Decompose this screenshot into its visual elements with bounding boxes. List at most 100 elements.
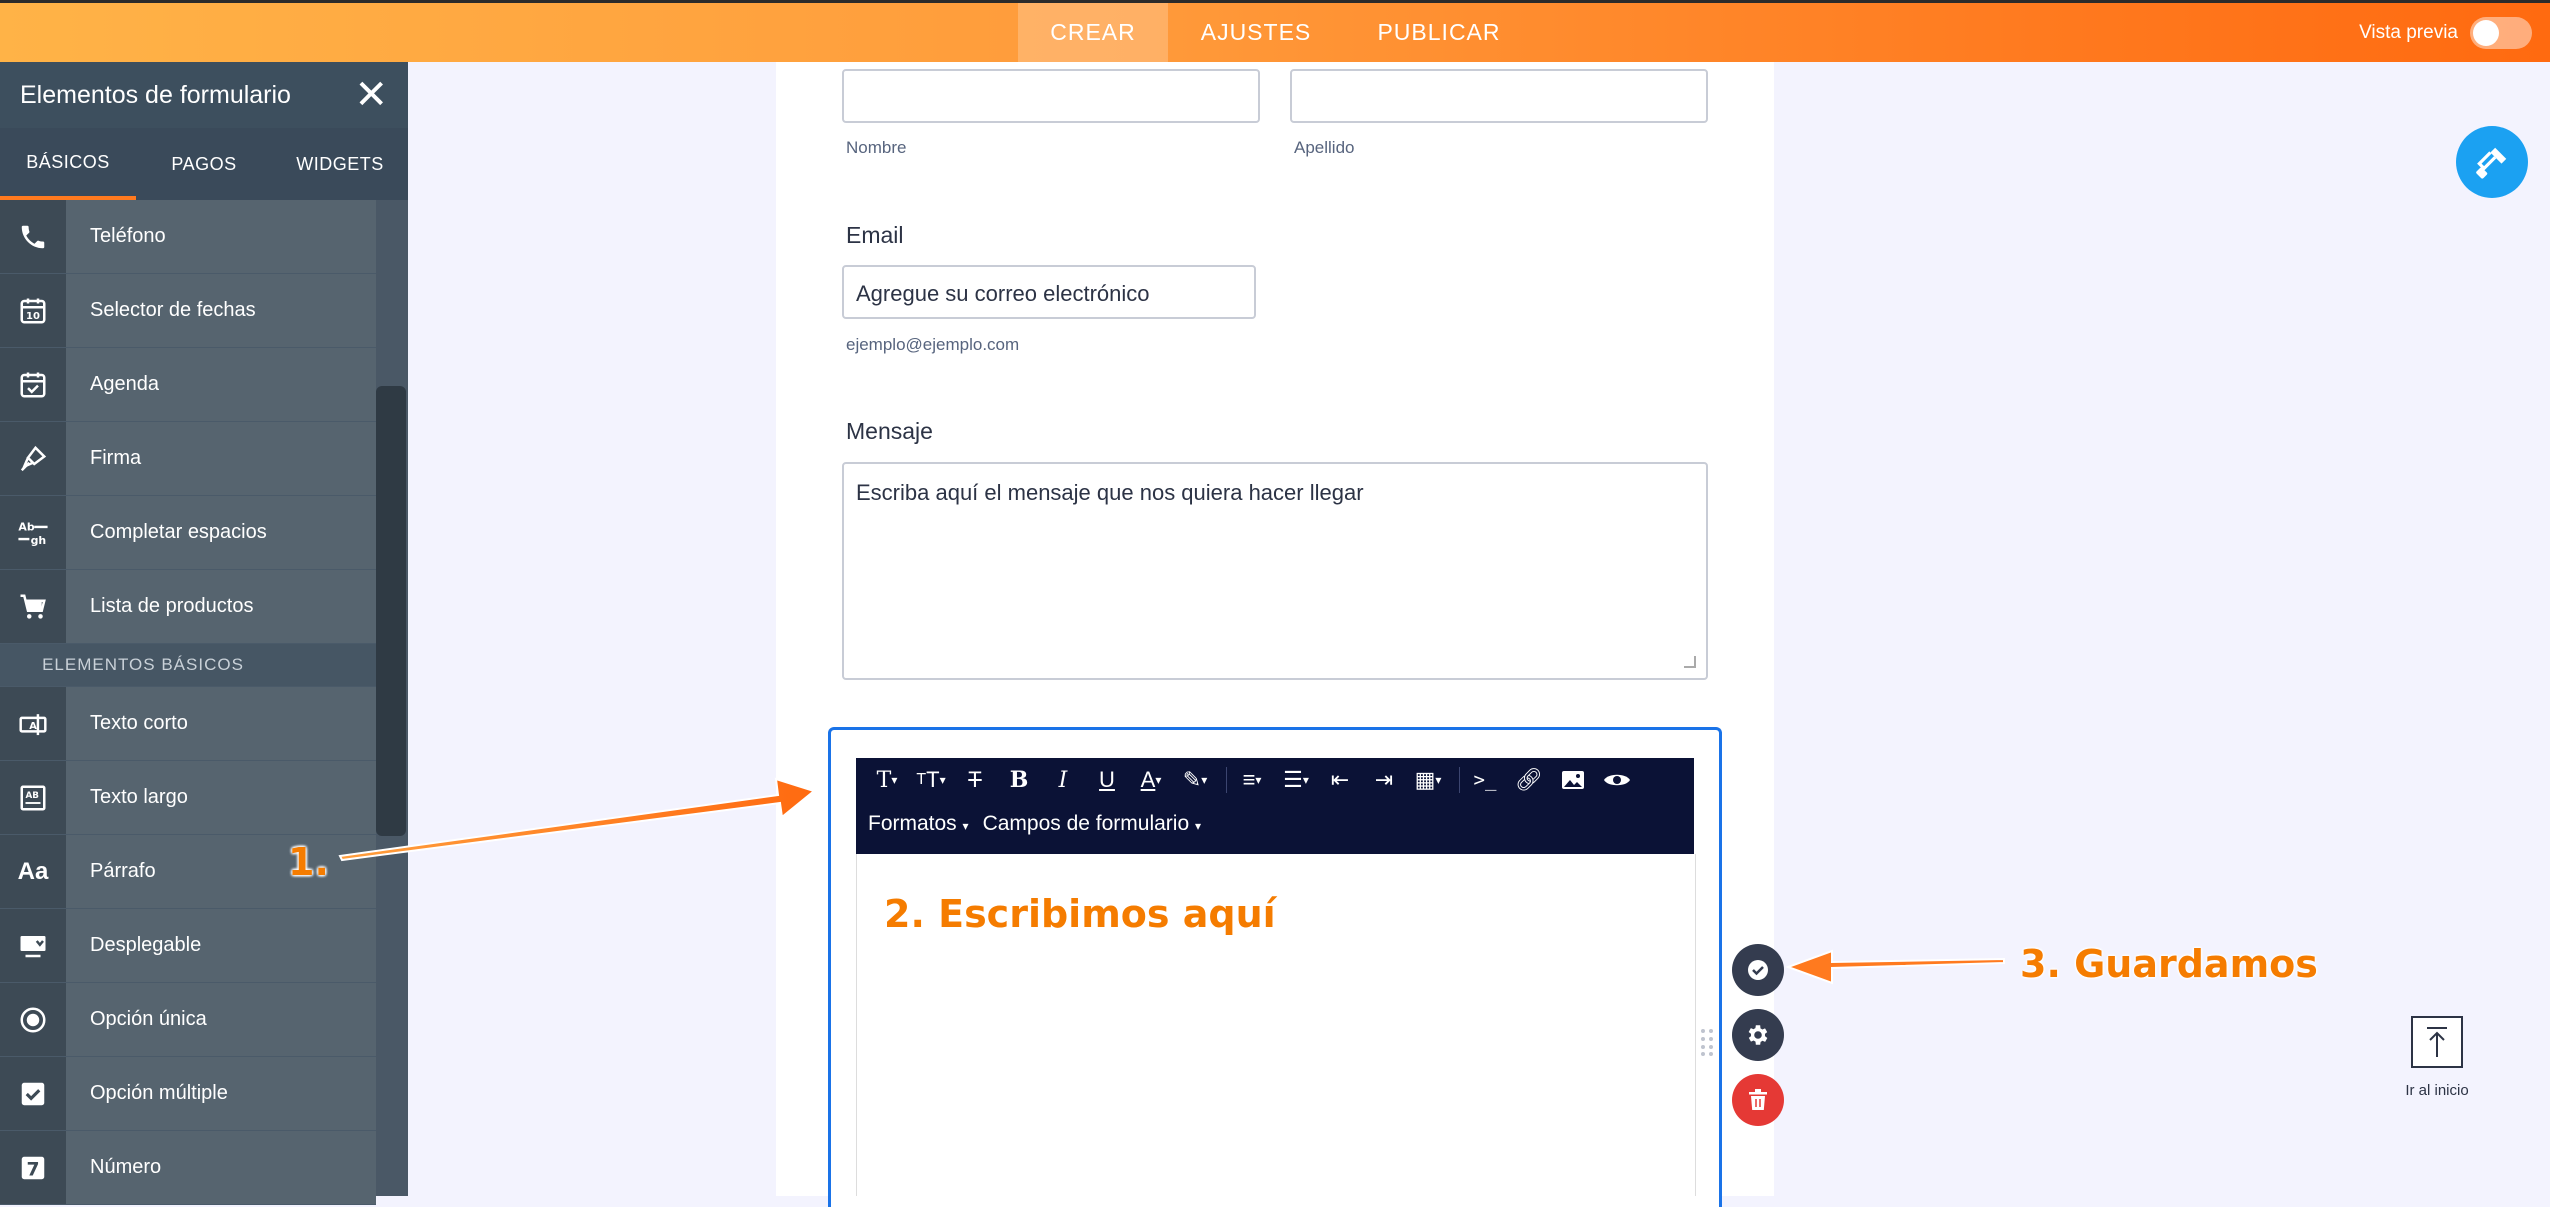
- element-label: Opción múltiple: [90, 1082, 228, 1104]
- element-lista-productos[interactable]: Lista de productos: [0, 570, 376, 644]
- pen-nib-icon: [0, 422, 66, 495]
- bold-icon[interactable]: B: [1000, 762, 1038, 798]
- image-icon[interactable]: [1554, 762, 1592, 798]
- number-icon: 7: [0, 1131, 66, 1204]
- arrow-step-1: [338, 777, 817, 862]
- preview-toggle[interactable]: [2470, 17, 2532, 49]
- link-icon[interactable]: 🔗︎: [1510, 762, 1548, 798]
- aa-glyph: Aa: [17, 857, 49, 885]
- go-to-top-button[interactable]: Ir al inicio: [2396, 1016, 2478, 1099]
- form-elements-panel: Elementos de formulario ✕ BÁSICOS PAGOS …: [0, 62, 408, 1205]
- form-fields-dropdown[interactable]: Campos de formulario ▾: [983, 812, 1215, 836]
- element-label: Opción única: [90, 1008, 207, 1030]
- code-icon[interactable]: >_: [1466, 762, 1504, 798]
- form-fields-label: Campos de formulario: [982, 812, 1190, 835]
- go-to-top-label: Ir al inicio: [2405, 1082, 2469, 1099]
- element-label: Completar espacios: [90, 521, 267, 543]
- toolbar-divider: [1226, 767, 1227, 793]
- element-opcion-multiple[interactable]: Opción múltiple: [0, 1057, 376, 1131]
- table-icon[interactable]: ▦ ▾: [1409, 762, 1447, 798]
- save-button[interactable]: [1732, 944, 1784, 996]
- tab-pagos[interactable]: PAGOS: [136, 128, 272, 200]
- message-textarea[interactable]: Escriba aquí el mensaje que nos quiera h…: [842, 462, 1708, 680]
- svg-text:AB: AB: [26, 791, 40, 801]
- align-icon[interactable]: ≡ ▾: [1233, 762, 1271, 798]
- fill-blank-icon: Ab gh: [0, 496, 66, 569]
- element-label: Teléfono: [90, 225, 166, 247]
- first-name-input[interactable]: [842, 69, 1260, 123]
- form-designer-button[interactable]: [2456, 126, 2528, 198]
- resize-handle[interactable]: [1684, 656, 1696, 668]
- toolbar-divider: [1459, 767, 1460, 793]
- cart-icon: [0, 570, 66, 643]
- delete-field-button[interactable]: [1732, 1074, 1784, 1126]
- last-name-input[interactable]: [1290, 69, 1708, 123]
- element-texto-corto[interactable]: A Texto corto: [0, 687, 376, 761]
- rich-text-toolbar: T ▾ T T ▾ T B I U A ▾ ✎ ▾ ≡ ▾ ☰ ▾ ⇤ ⇥ ▦ ▾ >_ 🔗︎ …: [856, 758, 1694, 854]
- annotation-step-3: 3. Guardamos: [2020, 942, 2318, 986]
- toolbar-row-2: Formatos ▾ Campos de formulario ▾: [856, 802, 1694, 846]
- first-name-sublabel: Nombre: [846, 138, 907, 157]
- element-telefono[interactable]: Teléfono: [0, 200, 376, 274]
- svg-text:A: A: [29, 720, 37, 731]
- phone-icon: [0, 200, 66, 273]
- font-family-icon[interactable]: T ▾: [868, 762, 906, 798]
- builder-tabs: CREAR AJUSTES PUBLICAR: [1018, 3, 1534, 62]
- element-opcion-unica[interactable]: Opción única: [0, 983, 376, 1057]
- element-label: Texto corto: [90, 712, 188, 734]
- element-texto-largo[interactable]: AB Texto largo: [0, 761, 376, 835]
- svg-text:10: 10: [26, 311, 40, 322]
- highlight-icon[interactable]: ✎ ▾: [1176, 762, 1214, 798]
- email-label: Email: [846, 222, 904, 248]
- formats-label: Formatos: [868, 812, 957, 835]
- arrow-up-icon: [2411, 1016, 2463, 1068]
- tab-publicar[interactable]: PUBLICAR: [1344, 3, 1534, 62]
- italic-icon[interactable]: I: [1044, 762, 1082, 798]
- tab-ajustes[interactable]: AJUSTES: [1168, 3, 1344, 62]
- element-firma[interactable]: Firma: [0, 422, 376, 496]
- preview-eye-icon[interactable]: [1598, 762, 1636, 798]
- element-label: Agenda: [90, 373, 159, 395]
- element-desplegable[interactable]: Desplegable: [0, 909, 376, 983]
- field-settings-button[interactable]: [1732, 1009, 1784, 1061]
- drag-handle-icon[interactable]: [1700, 1028, 1714, 1056]
- element-numero[interactable]: 7 Número: [0, 1131, 376, 1205]
- outdent-icon[interactable]: ⇤: [1321, 762, 1359, 798]
- element-label: Número: [90, 1156, 162, 1178]
- indent-icon[interactable]: ⇥: [1365, 762, 1403, 798]
- top-navigation-bar: CREAR AJUSTES PUBLICAR Vista previa: [0, 0, 2550, 62]
- element-selector-fechas[interactable]: 10 Selector de fechas: [0, 274, 376, 348]
- font-size-icon[interactable]: T T ▾: [912, 762, 950, 798]
- tab-basicos[interactable]: BÁSICOS: [0, 128, 136, 200]
- dropdown-icon: [0, 909, 66, 982]
- message-placeholder: Escriba aquí el mensaje que nos quiera h…: [856, 480, 1364, 505]
- calendar-check-icon: [0, 348, 66, 421]
- element-label: Firma: [90, 447, 142, 469]
- element-completar-espacios[interactable]: Ab gh Completar espacios: [0, 496, 376, 570]
- tab-widgets[interactable]: WIDGETS: [272, 128, 408, 200]
- underline-icon[interactable]: U: [1088, 762, 1126, 798]
- svg-text:7: 7: [26, 1159, 39, 1180]
- arrow-step-3: [1785, 949, 2005, 985]
- panel-header: Elementos de formulario ✕: [0, 62, 408, 128]
- email-sublabel: ejemplo@ejemplo.com: [846, 335, 1020, 354]
- trash-icon: [1749, 1089, 1767, 1110]
- tab-crear[interactable]: CREAR: [1018, 3, 1168, 62]
- panel-tabs: BÁSICOS PAGOS WIDGETS: [0, 128, 408, 201]
- element-label: Párrafo: [90, 860, 156, 882]
- short-text-icon: A: [0, 687, 66, 760]
- element-agenda[interactable]: Agenda: [0, 348, 376, 422]
- element-label: Desplegable: [90, 934, 202, 956]
- element-label: Lista de productos: [90, 595, 254, 617]
- panel-scrollbar-thumb[interactable]: [376, 386, 406, 836]
- list-icon[interactable]: ☰ ▾: [1277, 762, 1315, 798]
- email-field[interactable]: Agregue su correo electrónico: [842, 265, 1256, 319]
- text-color-icon[interactable]: A ▾: [1132, 762, 1170, 798]
- close-icon[interactable]: ✕: [354, 75, 388, 115]
- gear-icon: [1748, 1025, 1768, 1045]
- last-name-sublabel: Apellido: [1294, 138, 1355, 157]
- svg-text:Ab: Ab: [18, 520, 34, 533]
- formats-dropdown[interactable]: Formatos ▾: [868, 812, 983, 836]
- clear-format-icon[interactable]: T: [956, 762, 994, 798]
- annotation-step-1: 1.: [288, 840, 329, 884]
